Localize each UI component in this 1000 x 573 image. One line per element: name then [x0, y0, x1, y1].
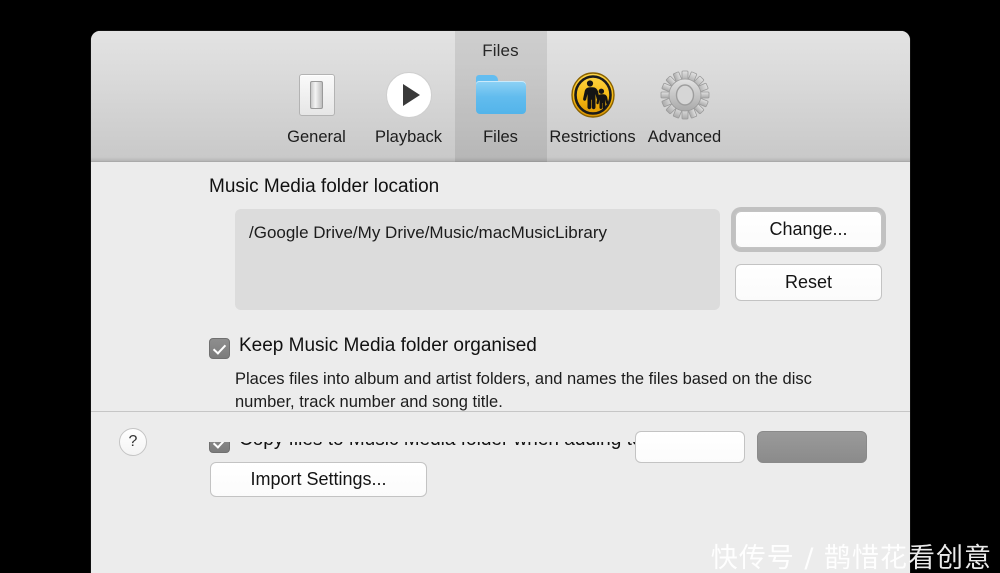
- tab-files-label: Files: [483, 128, 518, 146]
- toolbar-tab-list: General Playback Files Restrictions Adva…: [91, 31, 910, 162]
- change-button[interactable]: Change...: [735, 211, 882, 248]
- tab-general[interactable]: General: [271, 31, 363, 162]
- media-folder-path-value: /Google Drive/My Drive/Music/macMusicLib…: [249, 223, 608, 242]
- section-title-media-folder: Music Media folder location: [209, 176, 440, 197]
- tab-files[interactable]: Files: [454, 31, 547, 162]
- files-pane: Music Media folder location /Google Driv…: [91, 162, 910, 542]
- play-circle-icon: [382, 68, 436, 122]
- tab-playback[interactable]: Playback: [363, 31, 455, 162]
- checkmark-icon[interactable]: [209, 338, 230, 359]
- parental-controls-icon: [566, 68, 620, 122]
- screen-root: Files General Playback Files Restriction…: [0, 0, 1000, 573]
- tab-playback-label: Playback: [375, 128, 442, 146]
- preferences-window: Files General Playback Files Restriction…: [91, 31, 910, 573]
- tab-advanced-label: Advanced: [647, 128, 722, 146]
- media-folder-path-field[interactable]: /Google Drive/My Drive/Music/macMusicLib…: [235, 209, 720, 310]
- ok-button[interactable]: [757, 431, 867, 463]
- tab-advanced[interactable]: Advanced: [639, 31, 731, 162]
- cancel-button[interactable]: [635, 431, 745, 463]
- folder-icon: [474, 68, 528, 122]
- checkbox-keep-organised[interactable]: Keep Music Media folder organised: [209, 335, 537, 359]
- import-settings-button[interactable]: Import Settings...: [210, 462, 427, 497]
- preferences-toolbar: Files General Playback Files Restriction…: [91, 31, 910, 162]
- keep-organised-description: Places files into album and artist folde…: [235, 370, 812, 411]
- tab-general-label: General: [287, 128, 346, 146]
- help-button[interactable]: ?: [119, 428, 147, 456]
- tab-restrictions-label: Restrictions: [549, 128, 636, 146]
- checkbox-keep-organised-label: Keep Music Media folder organised: [239, 335, 537, 356]
- reset-button[interactable]: Reset: [735, 264, 882, 301]
- toggle-switch-icon: [290, 68, 344, 122]
- gear-icon: [658, 68, 712, 122]
- footer-bar: ?: [91, 412, 910, 463]
- tab-restrictions[interactable]: Restrictions: [547, 31, 639, 162]
